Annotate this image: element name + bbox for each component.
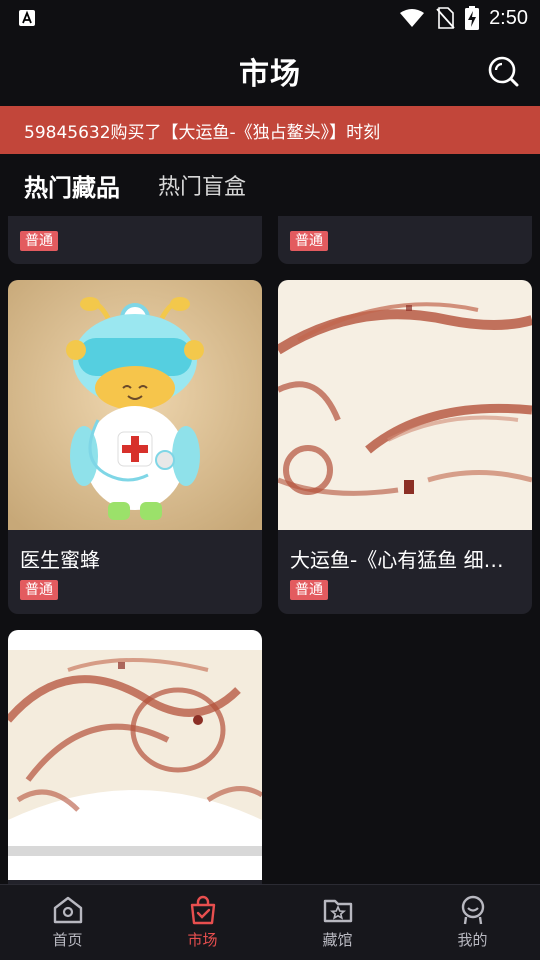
nav-home[interactable]: 首页 — [0, 885, 135, 960]
rarity-badge: 普通 — [290, 580, 328, 600]
collectible-card[interactable] — [8, 630, 262, 884]
nav-collection[interactable]: 藏馆 — [270, 885, 405, 960]
nav-label: 我的 — [457, 931, 488, 949]
search-icon — [488, 56, 519, 87]
collectibles-grid[interactable]: 普通 普通 医生蜜蜂 普通 大运鱼-《心有猛鱼 细… 普通 — [0, 216, 540, 884]
tab-label: 热门盲盒 — [158, 175, 247, 200]
fish-painting-image — [278, 280, 532, 530]
battery-charging-icon — [465, 6, 480, 30]
card-title: 医生蜜蜂 — [20, 548, 100, 572]
card-title: 大运鱼-《心有猛鱼 细… — [290, 548, 504, 572]
header: 市场 — [0, 36, 540, 106]
rarity-badge: 普通 — [290, 231, 328, 251]
folder-star-icon — [323, 899, 352, 923]
no-sim-icon — [436, 7, 455, 29]
nav-label: 藏馆 — [322, 931, 353, 949]
rarity-badge: 普通 — [20, 231, 58, 251]
collectible-card[interactable]: 医生蜜蜂 普通 — [8, 280, 262, 614]
fan-painting-image — [8, 630, 262, 880]
nav-profile[interactable]: 我的 — [405, 885, 540, 960]
doctor-bee-image — [8, 280, 262, 530]
rarity-badge: 普通 — [20, 580, 58, 600]
tab-hot-collectibles[interactable]: 热门藏品 — [24, 165, 120, 205]
purchase-ticker: 59845632购买了【大运鱼-《独占鳌头》】时刻 — [0, 106, 540, 154]
profile-icon — [461, 895, 484, 925]
collectible-card[interactable]: 大运鱼-《心有猛鱼 细… 普通 — [278, 280, 532, 614]
nav-market[interactable]: 市场 — [135, 885, 270, 960]
ticker-text: 59845632购买了【大运鱼-《独占鳌头》】时刻 — [24, 122, 381, 143]
status-bar: 2:50 — [0, 0, 540, 36]
page-title: 市场 — [239, 57, 301, 92]
search-button[interactable] — [486, 54, 520, 88]
app-notification-icon — [19, 10, 35, 26]
category-tabs: 热门藏品 热门盲盒 — [0, 154, 540, 216]
status-time: 2:50 — [489, 6, 528, 29]
bottom-navigation: 首页 市场 藏馆 我的 — [0, 884, 540, 960]
home-icon — [53, 896, 82, 924]
collectible-card[interactable]: 普通 — [8, 216, 262, 264]
shopping-bag-icon — [190, 895, 215, 925]
tab-hot-blind-boxes[interactable]: 热门盲盒 — [158, 165, 246, 205]
wifi-icon — [400, 9, 425, 27]
tab-label: 热门藏品 — [24, 173, 120, 202]
nav-label: 市场 — [187, 931, 218, 949]
collectible-card[interactable]: 普通 — [278, 216, 532, 264]
nav-label: 首页 — [52, 931, 83, 949]
